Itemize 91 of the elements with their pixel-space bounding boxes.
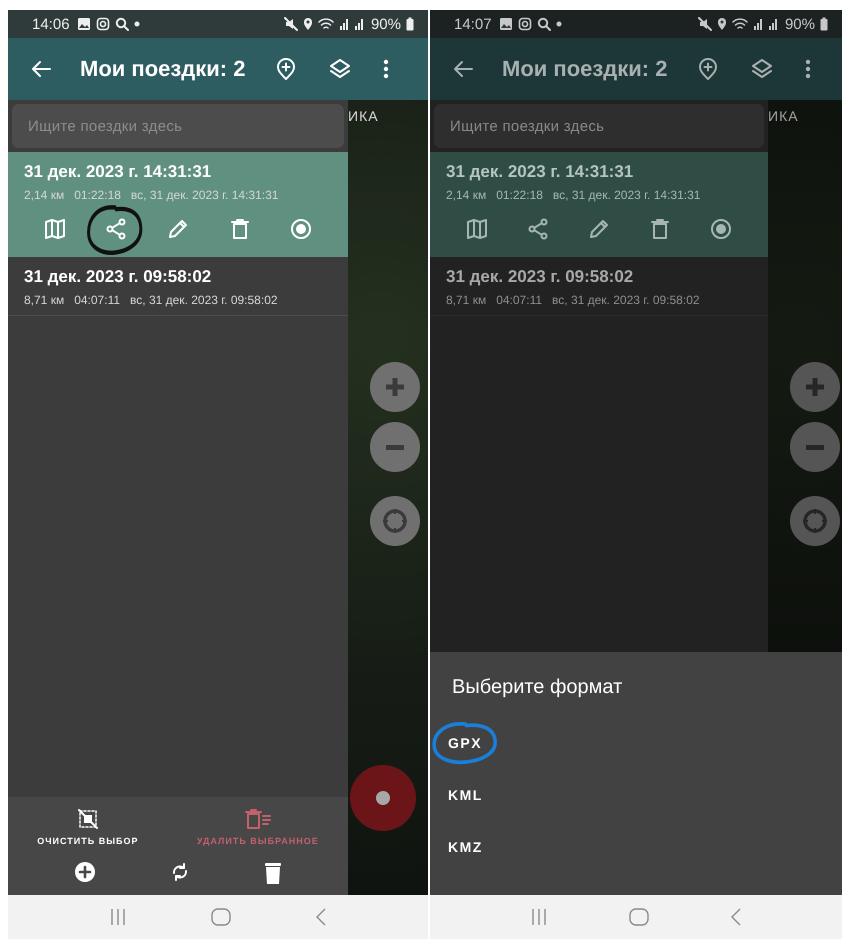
search-icon — [536, 17, 551, 31]
share-icon — [105, 218, 128, 240]
zoom-out-button[interactable] — [790, 422, 840, 472]
clear-selection-button[interactable]: ОЧИСТИТЬ ВЫБОР — [31, 807, 144, 847]
zoom-out-button[interactable] — [370, 422, 420, 472]
trip-duration: 04:07:11 — [74, 293, 120, 307]
trip-duration: 04:07:11 — [496, 293, 542, 307]
format-option[interactable]: KMZ — [448, 829, 483, 865]
clock-time: 14:06 — [32, 16, 70, 32]
wifi-icon — [318, 17, 334, 31]
clock-time: 14:07 — [454, 16, 492, 32]
trash-icon — [264, 861, 282, 885]
recent-apps-icon — [110, 908, 126, 926]
screen-title: Мои поездки: 2 — [80, 56, 246, 82]
gallery-icon — [498, 17, 513, 31]
back-icon — [731, 908, 741, 926]
notification-dot-icon — [134, 21, 140, 27]
sheet-title: Выберите формат — [452, 676, 622, 699]
trip-title: 31 дек. 2023 г. 09:58:02 — [24, 267, 212, 287]
home-icon — [210, 908, 231, 926]
search-field[interactable]: Ищите поездки здесь — [434, 104, 764, 148]
locate-button[interactable] — [370, 496, 420, 546]
trip-duration: 01:22:18 — [496, 188, 543, 202]
battery-level: 90% — [370, 16, 401, 32]
signal-icon — [338, 17, 349, 31]
map-icon — [44, 218, 66, 240]
signal-icon — [354, 17, 364, 31]
zoom-in-button[interactable] — [790, 362, 840, 412]
gallery-icon — [76, 17, 91, 31]
layers-icon — [329, 58, 352, 80]
mute-icon — [698, 17, 712, 31]
add-circle-icon — [74, 861, 96, 883]
trip-distance: 8,71 км — [446, 293, 486, 307]
trip-distance: 2,14 км — [24, 188, 64, 202]
trip-date: вс, 31 дек. 2023 г. 14:31:31 — [130, 188, 278, 202]
delete-list-icon — [244, 808, 271, 830]
trip-date: вс, 31 дек. 2023 г. 09:58:02 — [130, 293, 278, 307]
battery-icon — [820, 17, 828, 31]
battery-level: 90% — [784, 16, 815, 32]
record-icon — [710, 218, 732, 240]
recent-apps-icon — [531, 908, 547, 926]
pencil-icon — [588, 218, 610, 240]
share-icon — [526, 218, 549, 240]
back-icon — [316, 908, 326, 926]
map-label: ИКА — [768, 108, 799, 124]
trip-item[interactable]: 31 дек. 2023 г. 14:31:31 2,14 км 01:22:18 вс, 31 дек. 2023 г. 14:31:31 — [8, 152, 348, 257]
back-arrow-icon — [30, 58, 52, 80]
minus-icon — [806, 444, 824, 450]
battery-icon — [406, 17, 414, 31]
camera-icon — [96, 17, 110, 31]
locate-button[interactable] — [790, 496, 840, 546]
back-arrow-icon — [452, 58, 474, 80]
trip-distance: 8,71 км — [24, 293, 64, 307]
pencil-icon — [166, 218, 189, 240]
more-menu-icon — [383, 58, 390, 80]
layers-icon — [751, 58, 774, 80]
zoom-in-button[interactable] — [370, 362, 420, 412]
signal-icon — [752, 17, 763, 31]
record-icon — [290, 218, 312, 240]
more-menu-icon — [805, 58, 812, 80]
trip-distance: 2,14 км — [446, 188, 486, 202]
trip-date: вс, 31 дек. 2023 г. 14:31:31 — [552, 188, 700, 202]
mute-icon — [284, 17, 298, 31]
search-field[interactable]: Ищите поездки здесь — [12, 104, 344, 148]
map-icon — [466, 218, 488, 240]
map-label: ИКА — [348, 108, 379, 124]
minus-icon — [386, 444, 404, 450]
clear-selection-icon — [76, 808, 99, 830]
search-icon — [114, 17, 129, 31]
notification-dot-icon — [556, 21, 562, 27]
trash-icon — [228, 218, 251, 240]
wifi-icon — [732, 17, 748, 31]
signal-icon — [768, 17, 778, 31]
trip-duration: 01:22:18 — [74, 188, 121, 202]
home-icon — [629, 908, 649, 926]
trip-date: вс, 31 дек. 2023 г. 09:58:02 — [552, 293, 700, 307]
format-option[interactable]: KML — [448, 777, 483, 813]
add-location-icon — [697, 58, 720, 80]
trip-title: 31 дек. 2023 г. 14:31:31 — [24, 162, 212, 182]
location-pin-icon — [716, 17, 727, 31]
camera-icon — [518, 17, 532, 31]
crosshair-icon — [382, 508, 408, 534]
trip-item[interactable]: 31 дек. 2023 г. 14:31:31 2,14 км 01:22:18 вс, 31 дек. 2023 г. 14:31:31 — [430, 152, 768, 257]
trip-title: 31 дек. 2023 г. 14:31:31 — [446, 162, 634, 182]
format-option[interactable]: GPX — [448, 725, 482, 761]
location-pin-icon — [302, 17, 313, 31]
add-location-icon — [275, 58, 298, 80]
screen-title: Мои поездки: 2 — [502, 56, 668, 82]
crosshair-icon — [802, 508, 828, 534]
trip-title: 31 дек. 2023 г. 09:58:02 — [446, 267, 634, 287]
trash-icon — [649, 218, 672, 240]
